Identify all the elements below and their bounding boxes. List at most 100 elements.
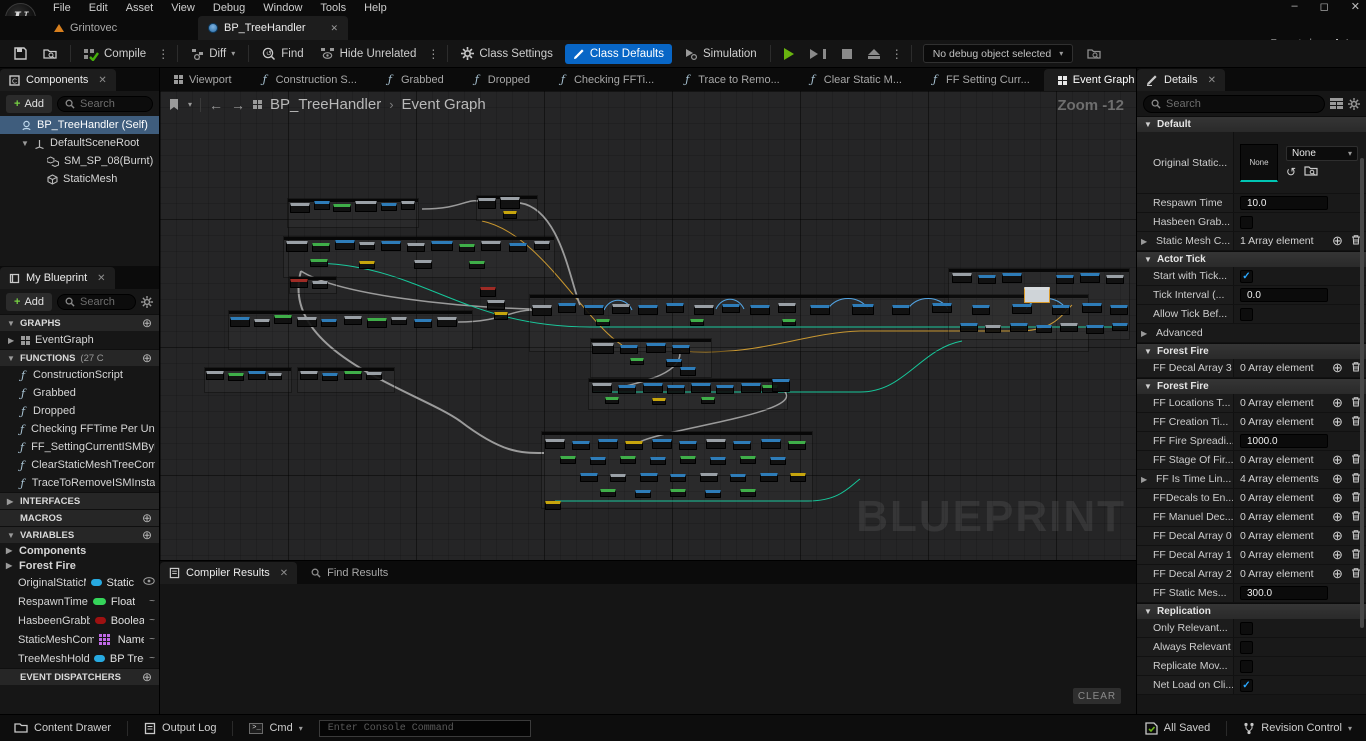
function-item[interactable]: ƒChecking FFTime Per Unit in Ar [0,420,159,438]
graph-node[interactable] [584,305,604,315]
class-settings-button[interactable]: Class Settings [453,42,561,66]
variable-item[interactable]: StaticMeshCompoName~ [0,630,159,649]
details-category-default[interactable]: ▼Default [1137,116,1366,132]
graph-node[interactable] [1052,305,1070,315]
graph-node[interactable] [590,457,606,465]
add-element-icon[interactable]: ⊕ [1332,414,1343,430]
graph-node[interactable] [761,439,781,449]
graph-node[interactable] [534,241,550,250]
checkbox[interactable] [1240,660,1253,673]
find-button[interactable]: ↺ Find [254,42,311,66]
graph-node[interactable] [314,201,330,210]
function-item[interactable]: ƒGrabbed [0,384,159,402]
graph-node[interactable] [290,279,308,288]
graph-node[interactable] [459,244,475,252]
graph-node[interactable] [733,441,751,450]
graph-node[interactable] [1080,273,1100,283]
graph-node[interactable] [652,398,666,405]
graph-node[interactable] [545,439,565,449]
add-icon[interactable]: ⊕ [142,528,152,542]
graph-node[interactable] [572,441,590,450]
graph-node[interactable] [532,305,552,316]
bottom-tab-find-results[interactable]: Find Results [297,561,402,584]
graph-node[interactable] [335,240,355,250]
graph-node[interactable] [322,373,338,381]
graph-node[interactable] [401,201,415,210]
asset-thumbnail[interactable]: None [1240,144,1278,182]
graph-node[interactable] [592,343,614,354]
graph-tab-checking-ffti-[interactable]: ƒChecking FFTi... [544,68,668,91]
graph-node[interactable] [778,303,796,313]
graph-node[interactable] [407,243,425,252]
graph-node[interactable] [810,305,830,315]
expander-caret-icon[interactable]: ▶ [1141,237,1153,246]
expander-caret-icon[interactable]: ▶ [1141,475,1153,484]
graph-node[interactable] [344,316,362,325]
graph-node[interactable] [1012,304,1032,314]
graph-node[interactable] [254,319,270,327]
graph-node[interactable] [1060,323,1078,332]
simulation-button[interactable]: Simulation [676,42,765,66]
graph-node[interactable] [691,383,711,393]
graph-node[interactable] [625,441,643,450]
console-command-input[interactable]: Enter Console Command [319,720,531,737]
eject-button[interactable] [860,42,888,66]
graph-node[interactable] [1110,305,1128,315]
graph-node[interactable] [509,243,527,252]
save-button[interactable] [6,42,35,66]
graph-node[interactable] [630,358,644,365]
graph-node[interactable] [1056,275,1074,284]
details-settings-gear-icon[interactable] [1348,98,1360,110]
graph-node[interactable] [359,261,375,269]
back-arrow-icon[interactable]: ← [209,97,223,113]
compile-button[interactable]: Compile [76,42,154,66]
graph-node[interactable] [716,385,734,394]
graph-node[interactable] [1036,325,1052,333]
graph-node[interactable] [679,441,697,450]
graph-node[interactable] [312,243,330,252]
graph-node[interactable] [760,473,778,482]
graph-node[interactable] [772,379,790,392]
graph-node[interactable] [286,241,308,252]
section-header-interfaces[interactable]: ▶INTERFACES [0,492,159,509]
graph-node[interactable] [355,201,377,212]
graph-node[interactable] [960,323,978,332]
graph-tab-trace-to-remo-[interactable]: ƒTrace to Remo... [668,68,794,91]
graph-node[interactable] [310,259,328,267]
graph-node[interactable] [366,372,382,380]
graph-node[interactable] [741,383,761,393]
details-scrollbar[interactable] [1360,158,1364,628]
add-element-icon[interactable]: ⊕ [1332,528,1343,544]
graph-node[interactable] [558,303,576,313]
graph-node[interactable] [670,474,686,482]
variable-item[interactable]: OriginalStaticMesStatic M [0,573,159,592]
graph-node[interactable] [666,303,684,313]
graph-node[interactable] [206,371,224,380]
diff-button[interactable]: Diff▾ [183,42,243,66]
graph-node[interactable] [333,204,351,212]
graph-node[interactable] [706,439,726,449]
graph-node[interactable] [500,197,520,209]
graph-node[interactable] [618,385,636,394]
graph-node[interactable] [431,241,453,251]
tab-level[interactable]: Grintovec [44,16,127,40]
graph-node[interactable] [367,318,387,328]
variable-group[interactable]: ▶Forest Fire [0,558,159,573]
graph-node[interactable] [414,319,432,328]
graph-node[interactable] [620,345,638,354]
bookmark-icon[interactable] [168,98,180,111]
menu-view[interactable]: View [162,1,204,15]
play-button[interactable] [776,42,802,66]
graph-node[interactable] [750,305,770,315]
wave-icon[interactable]: ~ [149,596,155,607]
add-element-icon[interactable]: ⊕ [1332,395,1343,411]
expander-caret-icon[interactable]: ▶ [8,336,16,345]
graph-node[interactable] [740,456,756,464]
expander-caret-icon[interactable]: ▼ [21,139,29,148]
graph-node[interactable] [1010,323,1028,332]
wave-icon[interactable]: ~ [149,653,155,664]
graph-node[interactable] [596,319,610,326]
add-element-icon[interactable]: ⊕ [1332,452,1343,468]
output-log-button[interactable]: Output Log [138,722,222,735]
my-blueprint-tab[interactable]: My Blueprint ✕ [0,267,115,289]
